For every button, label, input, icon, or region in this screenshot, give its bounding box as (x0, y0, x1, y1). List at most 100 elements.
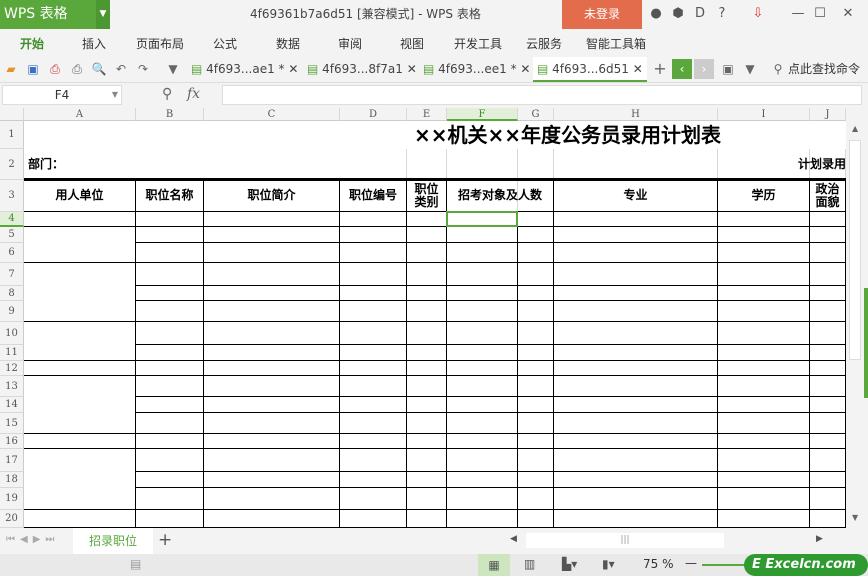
scroll-left-icon[interactable]: ◀ (510, 534, 517, 544)
close-tab-icon[interactable]: ✕ (407, 62, 417, 76)
table-cell[interactable] (518, 413, 554, 434)
close-tab-icon[interactable]: ✕ (520, 62, 530, 76)
column-header[interactable]: H (554, 108, 718, 121)
menu-tab[interactable]: 智能工具箱 (586, 29, 646, 60)
column-header[interactable]: J (810, 108, 846, 121)
table-cell[interactable] (518, 376, 554, 397)
table-cell[interactable] (204, 243, 340, 263)
fx-icon[interactable]: fx (187, 86, 200, 102)
table-cell[interactable] (407, 488, 447, 510)
page-break-view-icon[interactable]: ▥ (524, 557, 535, 571)
table-cell[interactable] (718, 243, 810, 263)
close-tab-icon[interactable]: ✕ (288, 62, 298, 76)
table-cell[interactable] (136, 472, 204, 488)
document-tab[interactable]: ▤ 4f693...8f7a1 ✕ (303, 57, 417, 82)
table-cell[interactable] (24, 449, 136, 510)
table-cell[interactable] (204, 472, 340, 488)
table-cell[interactable] (340, 434, 407, 449)
table-cell[interactable] (810, 434, 846, 449)
table-cell[interactable] (518, 449, 554, 472)
table-cell[interactable] (407, 286, 447, 301)
table-cell[interactable] (554, 449, 718, 472)
add-sheet-icon[interactable]: + (158, 530, 172, 550)
table-cell[interactable] (554, 361, 718, 376)
table-cell[interactable] (554, 345, 718, 361)
minimize-icon[interactable]: — (790, 6, 806, 22)
table-cell[interactable] (718, 510, 810, 528)
table-cell[interactable] (554, 243, 718, 263)
undo-icon[interactable]: ↶ (113, 61, 129, 77)
scroll-down-icon[interactable]: ▼ (852, 513, 858, 522)
open-icon[interactable]: ▰ (3, 61, 19, 77)
next-tab-icon[interactable]: › (694, 59, 714, 79)
zoom-out-icon[interactable]: — (685, 556, 697, 570)
table-cell[interactable] (447, 397, 518, 413)
horizontal-scroll-thumb[interactable]: ||| (526, 533, 724, 548)
table-cell[interactable] (718, 263, 810, 286)
table-cell[interactable] (204, 322, 340, 345)
document-tab[interactable]: ▤ 4f693...ee1 * ✕ (419, 57, 531, 82)
row-header[interactable]: 15 (0, 413, 24, 434)
table-cell[interactable] (447, 322, 518, 345)
screen-icon[interactable]: ▣ (720, 61, 736, 77)
table-cell[interactable] (718, 345, 810, 361)
page-layout-icon[interactable]: ▙▾ (562, 557, 577, 571)
table-cell[interactable] (136, 434, 204, 449)
row-header[interactable]: 1 (0, 121, 24, 149)
row-header[interactable]: 20 (0, 510, 24, 528)
table-cell[interactable] (407, 397, 447, 413)
table-cell[interactable] (554, 301, 718, 322)
table-cell[interactable] (810, 472, 846, 488)
table-cell[interactable] (136, 286, 204, 301)
header-cell[interactable]: 政治 面貌 (810, 180, 846, 212)
table-cell[interactable] (447, 510, 518, 528)
table-cell[interactable] (447, 263, 518, 286)
table-cell[interactable] (24, 212, 136, 227)
column-header[interactable]: F (447, 108, 518, 121)
table-cell[interactable] (204, 510, 340, 528)
table-cell[interactable] (810, 361, 846, 376)
table-cell[interactable] (518, 243, 554, 263)
row-header[interactable]: 11 (0, 345, 24, 361)
table-cell[interactable] (518, 212, 554, 227)
table-cell[interactable] (518, 397, 554, 413)
side-panel-handle[interactable] (864, 288, 868, 398)
table-cell[interactable] (810, 301, 846, 322)
table-cell[interactable] (204, 397, 340, 413)
table-cell[interactable] (407, 361, 447, 376)
zoom-formula-icon[interactable]: ⚲ (162, 86, 172, 102)
table-cell[interactable] (204, 449, 340, 472)
table-cell[interactable] (810, 212, 846, 227)
table-cell[interactable] (518, 322, 554, 345)
table-cell[interactable] (340, 345, 407, 361)
table-cell[interactable] (204, 263, 340, 286)
table-cell[interactable] (518, 227, 554, 243)
table-cell[interactable] (204, 413, 340, 434)
table-cell[interactable] (204, 434, 340, 449)
table-cell[interactable] (718, 376, 810, 397)
table-cell[interactable] (810, 263, 846, 286)
close-tab-icon[interactable]: ✕ (633, 62, 643, 76)
table-cell[interactable] (518, 345, 554, 361)
table-cell[interactable] (518, 263, 554, 286)
table-cell[interactable] (407, 322, 447, 345)
table-cell[interactable] (204, 376, 340, 397)
table-cell[interactable] (518, 286, 554, 301)
table-cell[interactable] (518, 301, 554, 322)
table-cell[interactable] (554, 212, 718, 227)
maximize-icon[interactable]: ☐ (812, 6, 828, 22)
table-cell[interactable] (407, 243, 447, 263)
login-button[interactable]: 未登录 (562, 0, 642, 29)
table-cell[interactable] (554, 413, 718, 434)
row-header[interactable]: 4 (0, 212, 24, 227)
table-cell[interactable] (340, 488, 407, 510)
table-cell[interactable] (554, 286, 718, 301)
table-cell[interactable] (718, 212, 810, 227)
table-cell[interactable] (24, 510, 136, 528)
table-cell[interactable] (136, 488, 204, 510)
header-cell[interactable]: 招考对象及人数 (447, 180, 554, 212)
table-cell[interactable] (136, 322, 204, 345)
table-cell[interactable] (340, 322, 407, 345)
table-cell[interactable] (340, 413, 407, 434)
menu-tab[interactable]: 插入 (82, 29, 106, 60)
